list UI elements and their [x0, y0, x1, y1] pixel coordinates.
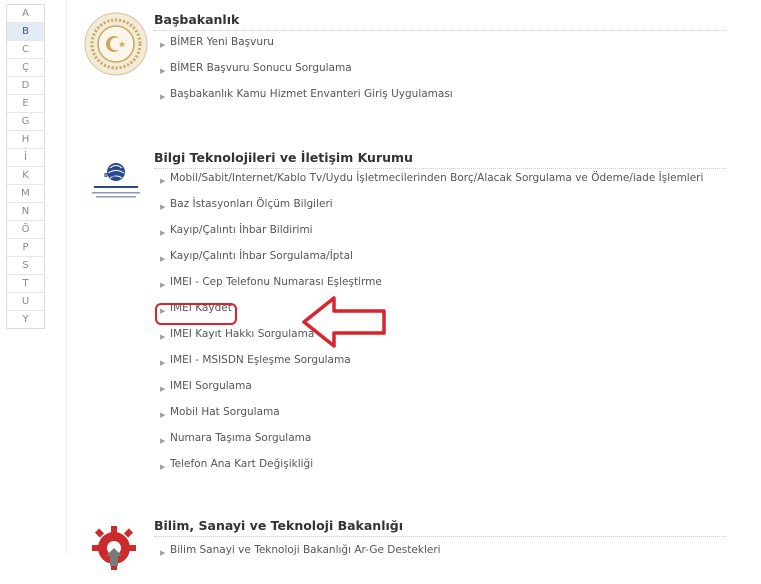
letter-o-umlaut[interactable]: Ö — [7, 221, 44, 239]
letter-n[interactable]: N — [7, 203, 44, 221]
section-title: Başbakanlık — [154, 12, 726, 31]
letter-y[interactable]: Y — [7, 311, 44, 328]
section-bilim-sanayi: Bilim, Sanayi ve Teknoloji Bakanlığı ▶ Bi… — [84, 518, 744, 570]
letter-p[interactable]: P — [7, 239, 44, 257]
column-divider — [66, 0, 67, 554]
letter-c[interactable]: C — [7, 41, 44, 59]
letter-b[interactable]: B — [7, 23, 44, 41]
letter-c-cedilla[interactable]: Ç — [7, 59, 44, 77]
highlight-box — [155, 303, 237, 325]
letter-e[interactable]: E — [7, 95, 44, 113]
alphabet-index: A B C Ç D E G H İ K M N Ö P S T U Y — [6, 4, 45, 329]
gear-logo-icon — [92, 526, 136, 570]
turkish-seal-icon — [84, 12, 148, 76]
bullet-arrow-icon: ▶ — [160, 93, 166, 101]
section-basbakanlik: Başbakanlık ▶ BİMER Yeni Başvuru ▶ BİMER B… — [84, 12, 744, 112]
letter-d[interactable]: D — [7, 77, 44, 95]
bullet-arrow-icon: ▶ — [160, 41, 166, 49]
section-title: Bilim, Sanayi ve Teknoloji Bakanlığı — [154, 518, 726, 537]
bullet-arrow-icon: ▶ — [160, 549, 166, 557]
bullet-arrow-icon: ▶ — [160, 333, 166, 341]
bullet-arrow-icon: ▶ — [160, 229, 166, 237]
bullet-arrow-icon: ▶ — [160, 255, 166, 263]
btk-logo-icon — [92, 163, 140, 198]
bullet-arrow-icon: ▶ — [160, 411, 166, 419]
bullet-arrow-icon: ▶ — [160, 437, 166, 445]
letter-m[interactable]: M — [7, 185, 44, 203]
letter-t[interactable]: T — [7, 275, 44, 293]
letter-h[interactable]: H — [7, 131, 44, 149]
bullet-arrow-icon: ▶ — [160, 359, 166, 367]
letter-i-dotted[interactable]: İ — [7, 149, 44, 167]
letter-u[interactable]: U — [7, 293, 44, 311]
btk-logo-caption: BTK — [104, 173, 116, 179]
bullet-arrow-icon: ▶ — [160, 177, 166, 185]
bullet-arrow-icon: ▶ — [160, 203, 166, 211]
bullet-arrow-icon: ▶ — [160, 463, 166, 471]
bullet-arrow-icon: ▶ — [160, 385, 166, 393]
letter-a[interactable]: A — [7, 5, 44, 23]
letter-g[interactable]: G — [7, 113, 44, 131]
bullet-arrow-icon: ▶ — [160, 281, 166, 289]
letter-s[interactable]: S — [7, 257, 44, 275]
section-title: Bilgi Teknolojileri ve İletişim Kurumu — [154, 150, 726, 169]
bullet-arrow-icon: ▶ — [160, 67, 166, 75]
letter-k[interactable]: K — [7, 167, 44, 185]
pointer-arrow-icon — [302, 296, 386, 348]
